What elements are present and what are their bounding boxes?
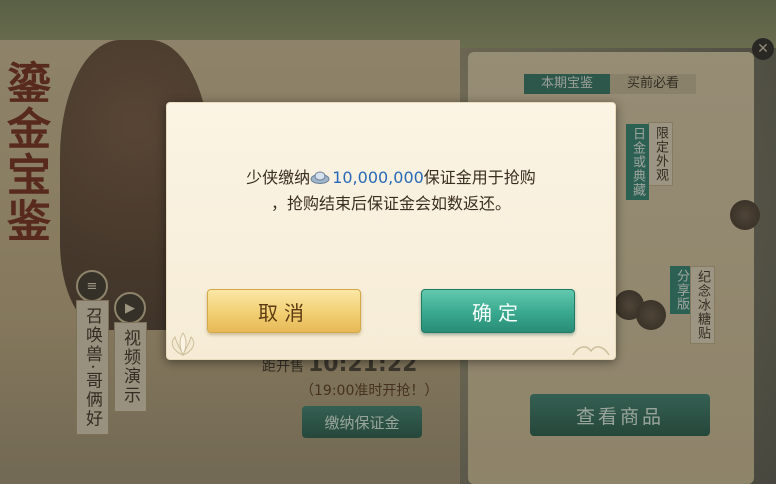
dialog-message: 少侠缴纳 10,000,000保证金用于抢购 ，抢购结束后保证金会如数返还。: [167, 165, 615, 217]
cancel-button[interactable]: 取消: [207, 289, 361, 333]
deposit-confirm-dialog: 少侠缴纳 10,000,000保证金用于抢购 ，抢购结束后保证金会如数返还。 取消…: [166, 102, 616, 360]
message-prefix: 少侠缴纳: [246, 168, 311, 187]
confirm-button[interactable]: 确定: [421, 289, 575, 333]
message-line-2: ，抢购结束后保证金会如数返还。: [270, 194, 511, 213]
deposit-amount: 10,000,000: [332, 168, 424, 187]
silver-ingot-icon: [310, 166, 330, 184]
message-line-1: 少侠缴纳 10,000,000保证金用于抢购: [167, 165, 615, 191]
message-suffix: 保证金用于抢购: [423, 168, 536, 187]
lotus-icon: [171, 332, 195, 357]
wave-icon: [572, 346, 610, 356]
